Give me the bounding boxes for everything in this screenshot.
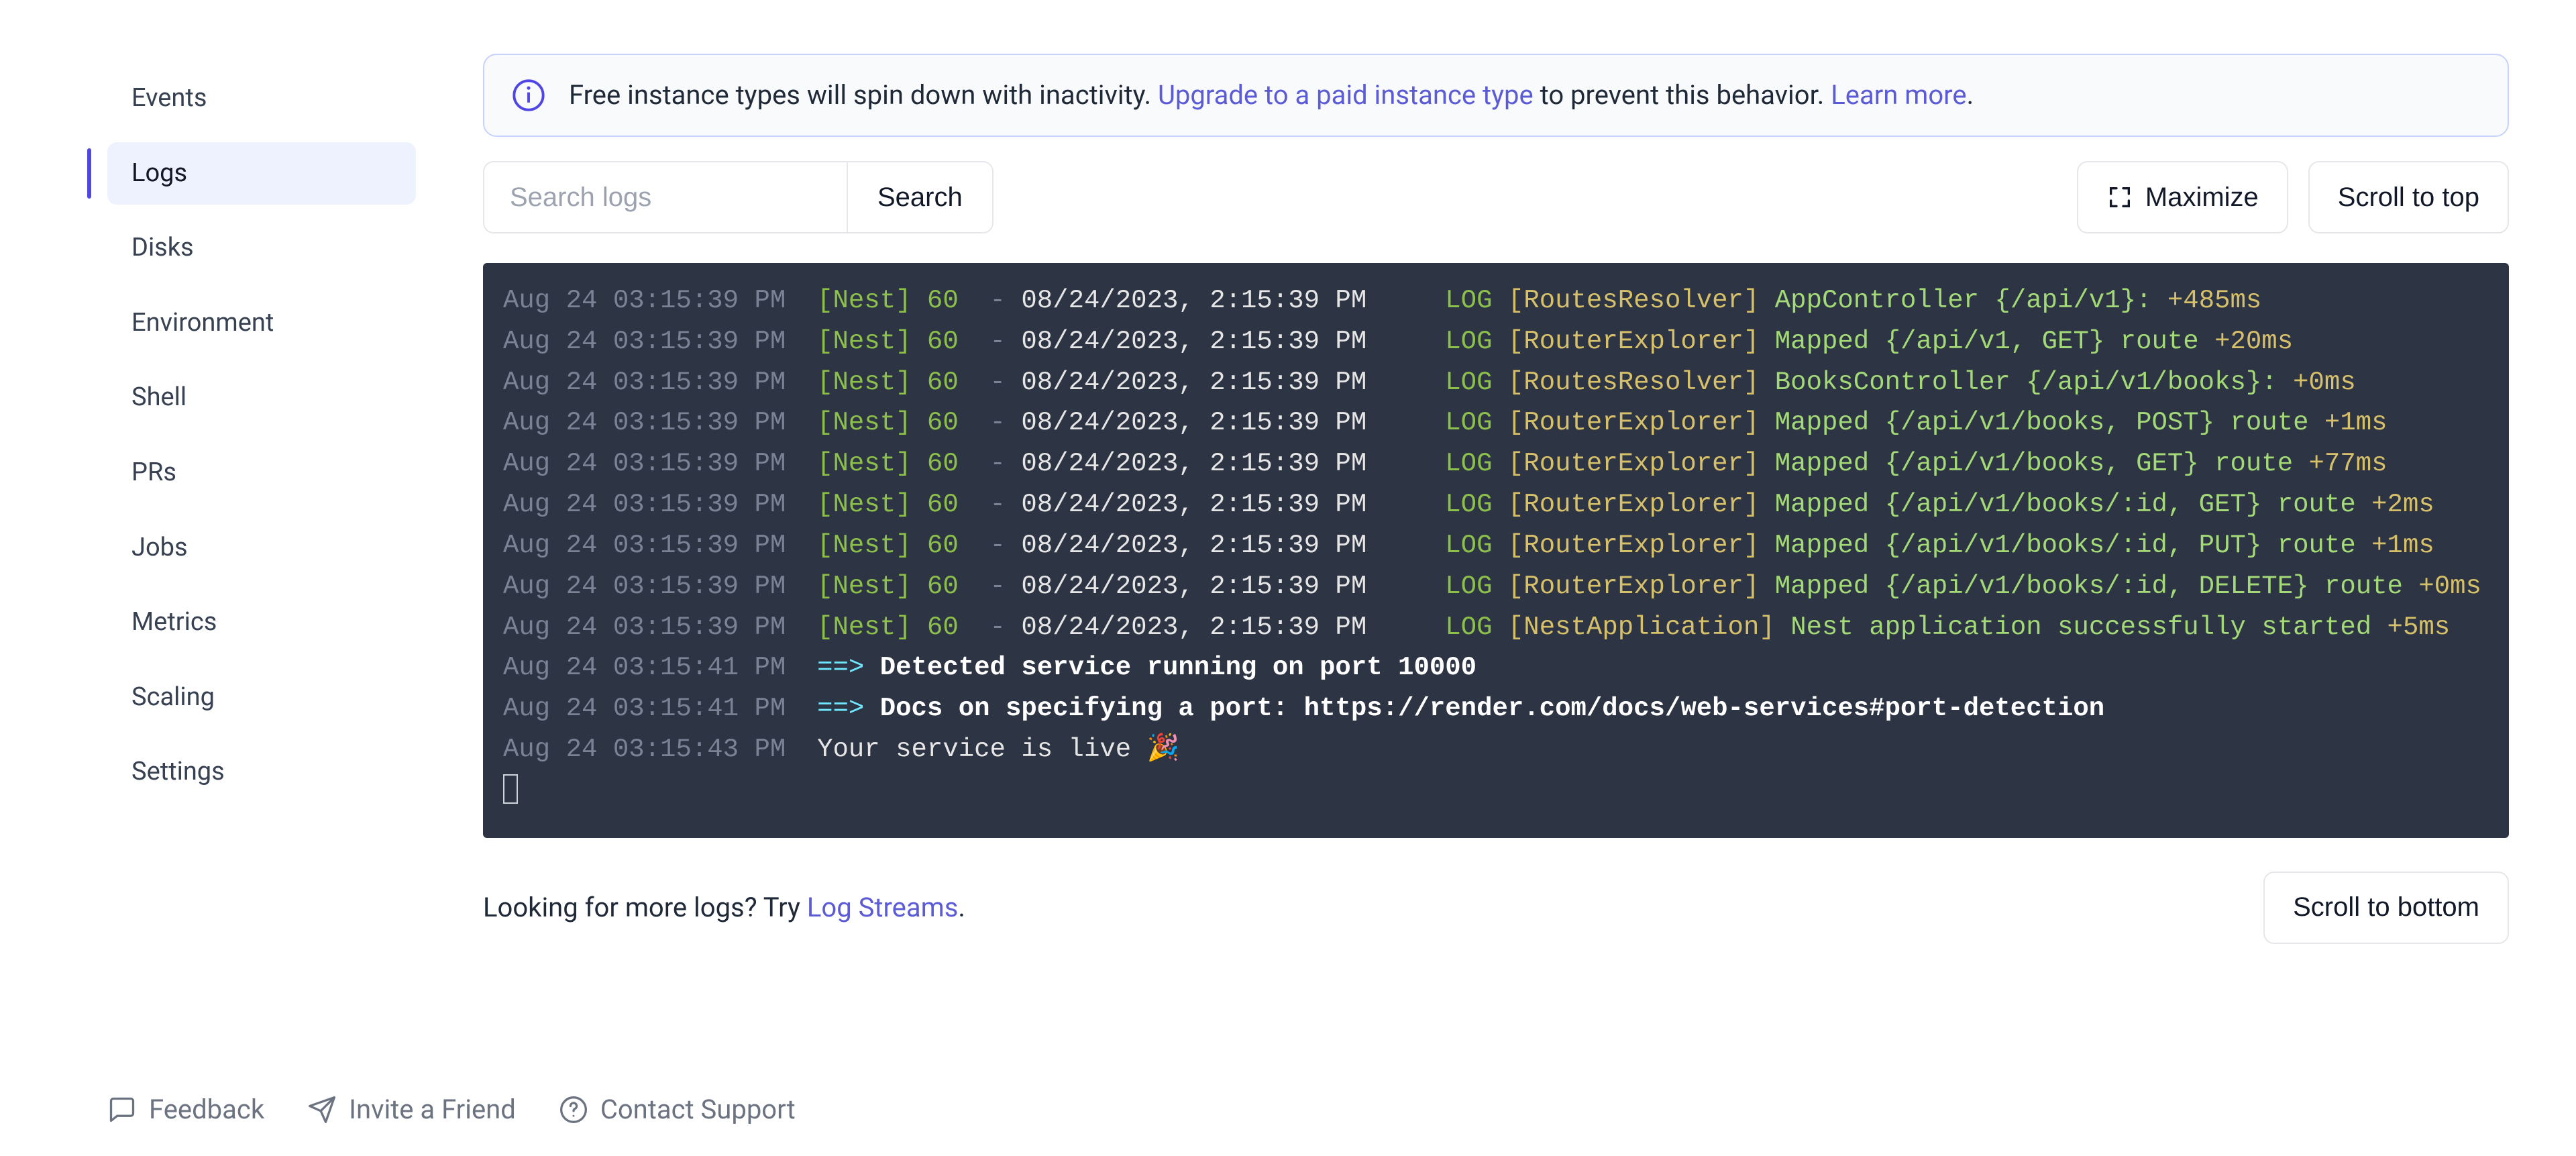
maximize-button[interactable]: Maximize: [2077, 161, 2288, 233]
sidebar-item-scaling[interactable]: Scaling: [107, 666, 416, 729]
scroll-to-top-button[interactable]: Scroll to top: [2308, 161, 2509, 233]
search-input[interactable]: [484, 162, 847, 232]
scroll-top-label: Scroll to top: [2338, 182, 2479, 213]
sidebar-item-prs[interactable]: PRs: [107, 441, 416, 505]
log-line: Aug 24 03:15:39 PM [Nest] 60 - 08/24/202…: [503, 321, 2489, 362]
send-icon: [307, 1095, 337, 1124]
log-line: Aug 24 03:15:41 PM ==> Docs on specifyin…: [503, 688, 2489, 729]
invite-label: Invite a Friend: [349, 1094, 516, 1125]
search-button[interactable]: Search: [847, 162, 992, 232]
sidebar-item-metrics[interactable]: Metrics: [107, 591, 416, 654]
search-bar: Search: [483, 161, 994, 233]
log-line: Aug 24 03:15:39 PM [Nest] 60 - 08/24/202…: [503, 484, 2489, 525]
sidebar-item-disks[interactable]: Disks: [107, 217, 416, 280]
terminal-cursor: [503, 774, 518, 804]
sidebar-item-logs[interactable]: Logs: [107, 142, 416, 205]
sidebar-item-jobs[interactable]: Jobs: [107, 517, 416, 580]
log-streams-link[interactable]: Log Streams: [807, 892, 958, 923]
main: Free instance types will spin down with …: [429, 0, 2576, 1156]
logs-terminal[interactable]: Aug 24 03:15:39 PM [Nest] 60 - 08/24/202…: [483, 263, 2509, 838]
scroll-bottom-label: Scroll to bottom: [2293, 892, 2479, 923]
sidebar-item-settings[interactable]: Settings: [107, 741, 416, 804]
feedback-icon: [107, 1095, 137, 1124]
maximize-label: Maximize: [2145, 182, 2259, 213]
log-line: Aug 24 03:15:39 PM [Nest] 60 - 08/24/202…: [503, 280, 2489, 321]
info-banner: Free instance types will spin down with …: [483, 54, 2509, 137]
log-line: Aug 24 03:15:39 PM [Nest] 60 - 08/24/202…: [503, 403, 2489, 443]
log-line: Aug 24 03:15:39 PM [Nest] 60 - 08/24/202…: [503, 362, 2489, 403]
maximize-icon: [2106, 184, 2133, 211]
log-line: Aug 24 03:15:39 PM [Nest] 60 - 08/24/202…: [503, 566, 2489, 607]
log-line: Aug 24 03:15:43 PM Your service is live …: [503, 729, 2489, 770]
banner-text: Free instance types will spin down with …: [569, 78, 1974, 113]
banner-text-after: .: [1967, 79, 1974, 111]
banner-text-mid: to prevent this behavior.: [1534, 79, 1831, 111]
scroll-to-bottom-button[interactable]: Scroll to bottom: [2263, 872, 2509, 944]
learn-more-link[interactable]: Learn more: [1831, 79, 1966, 111]
log-line: Aug 24 03:15:41 PM ==> Detected service …: [503, 647, 2489, 688]
upgrade-link[interactable]: Upgrade to a paid instance type: [1158, 79, 1534, 111]
support-link[interactable]: Contact Support: [559, 1094, 796, 1125]
sidebar-item-environment[interactable]: Environment: [107, 292, 416, 355]
feedback-label: Feedback: [149, 1094, 264, 1125]
info-icon: [511, 78, 546, 113]
sidebar: Events Logs Disks Environment Shell PRs …: [0, 0, 429, 1156]
log-line: Aug 24 03:15:39 PM [Nest] 60 - 08/24/202…: [503, 607, 2489, 648]
sidebar-item-events[interactable]: Events: [107, 67, 416, 130]
more-text-before: Looking for more logs? Try: [483, 892, 807, 923]
support-label: Contact Support: [600, 1094, 796, 1125]
invite-link[interactable]: Invite a Friend: [307, 1094, 516, 1125]
log-line: Aug 24 03:15:39 PM [Nest] 60 - 08/24/202…: [503, 525, 2489, 566]
feedback-link[interactable]: Feedback: [107, 1094, 264, 1125]
more-text-after: .: [958, 892, 965, 923]
log-line: Aug 24 03:15:39 PM [Nest] 60 - 08/24/202…: [503, 443, 2489, 484]
more-logs-row: Looking for more logs? Try Log Streams. …: [483, 872, 2509, 944]
controls-row: Search Maximize Scroll to top: [483, 161, 2509, 233]
footer: Feedback Invite a Friend Contact Support: [107, 1094, 796, 1125]
help-icon: [559, 1095, 588, 1124]
banner-text-before: Free instance types will spin down with …: [569, 79, 1158, 111]
sidebar-item-shell[interactable]: Shell: [107, 366, 416, 429]
